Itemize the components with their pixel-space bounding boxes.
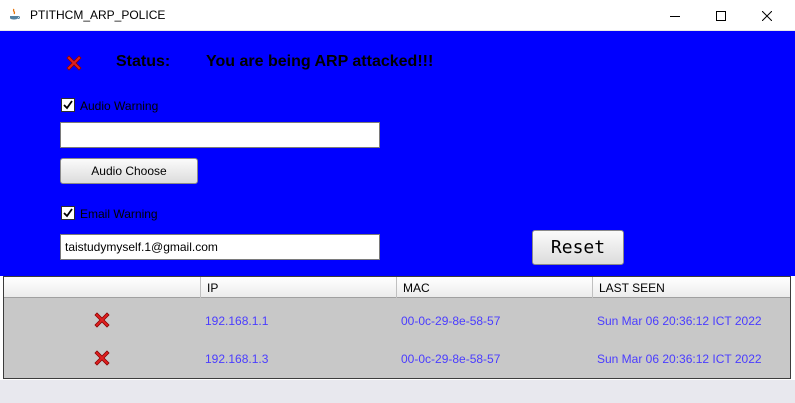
row-mac: 00-0c-29-8e-58-57	[401, 314, 501, 328]
column-header-status[interactable]	[4, 277, 200, 298]
table-header: IP MAC LAST SEEN	[4, 277, 790, 298]
row-mac: 00-0c-29-8e-58-57	[401, 352, 501, 366]
minimize-icon	[670, 15, 680, 17]
audio-choose-button[interactable]: Audio Choose	[60, 158, 198, 184]
hosts-table: IP MAC LAST SEEN 192.168.1.1 00-0c-29-8e…	[3, 276, 791, 379]
row-last-seen: Sun Mar 06 20:36:12 ICT 2022	[597, 314, 762, 328]
row-last-seen: Sun Mar 06 20:36:12 ICT 2022	[597, 352, 762, 366]
minimize-button[interactable]	[652, 0, 698, 31]
checkmark-icon	[63, 100, 73, 110]
title-bar: PTITHCM_ARP_POLICE	[0, 0, 795, 31]
red-x-icon	[94, 350, 110, 366]
column-header-last-seen[interactable]: LAST SEEN	[592, 277, 790, 298]
java-app-icon	[10, 8, 20, 20]
red-x-icon	[94, 312, 110, 328]
audio-warning-checkbox[interactable]	[61, 98, 75, 112]
status-label: Status:	[116, 53, 171, 70]
email-warning-checkbox[interactable]	[61, 206, 75, 220]
table-row[interactable]: 192.168.1.1 00-0c-29-8e-58-57 Sun Mar 06…	[4, 301, 790, 339]
email-address-input[interactable]	[60, 234, 380, 260]
row-ip: 192.168.1.1	[205, 314, 269, 328]
status-message: You are being ARP attacked!!!	[206, 53, 434, 70]
checkmark-icon	[63, 208, 73, 218]
column-header-mac[interactable]: MAC	[396, 277, 592, 298]
table-empty-area	[0, 380, 795, 403]
window-title: PTITHCM_ARP_POLICE	[30, 8, 166, 22]
maximize-button[interactable]	[698, 0, 744, 31]
email-warning-label: Email Warning	[80, 207, 158, 221]
column-header-ip[interactable]: IP	[200, 277, 396, 298]
row-ip: 192.168.1.3	[205, 352, 269, 366]
close-icon	[762, 10, 772, 21]
close-button[interactable]	[744, 0, 790, 31]
audio-path-input[interactable]	[60, 122, 380, 148]
maximize-icon	[716, 10, 726, 21]
alert-x-icon	[66, 55, 82, 71]
reset-button[interactable]: Reset	[532, 230, 624, 265]
table-row[interactable]: 192.168.1.3 00-0c-29-8e-58-57 Sun Mar 06…	[4, 339, 790, 377]
audio-warning-label: Audio Warning	[80, 99, 159, 113]
